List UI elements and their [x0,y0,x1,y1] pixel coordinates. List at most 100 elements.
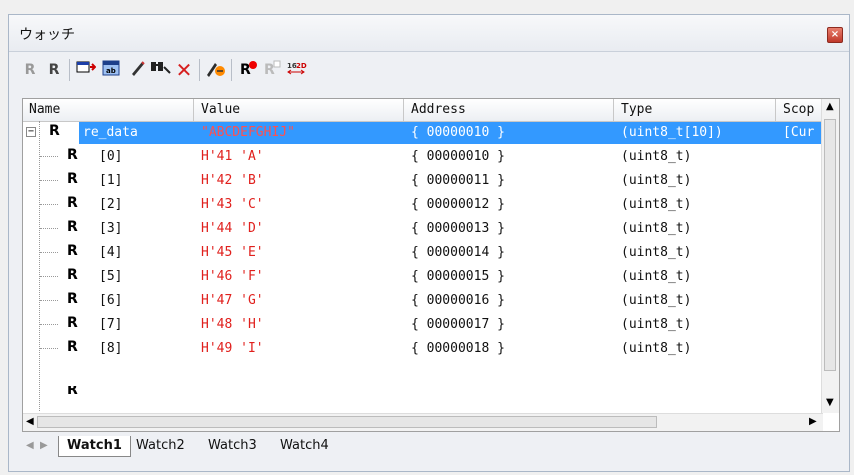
cell-value[interactable]: "ABCDEFGHIJ" [201,125,295,140]
cell-value[interactable]: H'42 'B' [201,173,264,188]
cell-name: [2] [99,197,123,212]
edit-value-icon[interactable]: ab [101,59,123,81]
refresh-all-icon[interactable]: R [43,59,65,81]
column-header-scope[interactable]: Scop [783,102,814,117]
cell-type: (uint8_t) [621,293,692,308]
table-row-partial: R [23,386,823,394]
table-row[interactable]: R [2] H'43 'C' { 00000012 } (uint8_t) [23,194,823,216]
register-icon: R [67,315,78,331]
cell-address: { 00000011 } [411,173,505,188]
grid-header: Name Value Address Type Scop [23,99,839,122]
find-icon[interactable] [149,59,171,81]
cell-type: (uint8_t) [621,245,692,260]
cell-address: { 00000016 } [411,293,505,308]
register-icon: R [67,219,78,235]
vertical-scroll-thumb[interactable] [824,119,836,371]
hex-dec-toggle-icon[interactable]: 16 2D [285,59,307,81]
table-row[interactable]: R [3] H'44 'D' { 00000013 } (uint8_t) [23,218,823,240]
column-header-address[interactable]: Address [411,102,466,117]
cell-name: [4] [99,245,123,260]
register-icon: R [67,147,78,163]
titlebar: ウォッチ × [9,15,849,52]
tree-branch [40,348,58,349]
register-icon: R [67,291,78,307]
cell-type: (uint8_t[10]) [621,125,723,140]
refresh-icon[interactable]: R [19,59,41,81]
svg-text:2D: 2D [296,62,307,70]
watch-grid: Name Value Address Type Scop − R re_data… [22,98,840,432]
table-row[interactable]: − R re_data "ABCDEFGHIJ" { 00000010 } (u… [23,122,823,144]
column-divider [613,99,614,121]
table-row[interactable]: R [7] H'48 'H' { 00000017 } (uint8_t) [23,314,823,336]
scroll-left-icon[interactable]: ◀ [26,416,34,427]
horizontal-scrollbar[interactable]: ◀ ▶ [23,413,823,431]
table-row[interactable]: R [5] H'46 'F' { 00000015 } (uint8_t) [23,266,823,288]
tab-watch2[interactable]: Watch2 [128,436,193,456]
cell-name: [8] [99,341,123,356]
cell-type: (uint8_t) [621,173,692,188]
scroll-up-icon[interactable]: ▲ [826,101,834,112]
table-row[interactable]: R [4] H'45 'E' { 00000014 } (uint8_t) [23,242,823,264]
register-icon: R [67,386,78,394]
tab-watch1[interactable]: Watch1 [58,436,131,457]
table-row[interactable]: R [8] H'49 'I' { 00000018 } (uint8_t) [23,338,823,360]
register-icon: R [67,171,78,187]
close-icon[interactable]: × [827,27,843,43]
tree-branch [40,204,58,205]
column-header-name[interactable]: Name [29,102,60,117]
scroll-down-icon[interactable]: ▼ [826,397,834,408]
cell-address: { 00000013 } [411,221,505,236]
svg-text:ab: ab [106,67,116,75]
cell-name: [5] [99,269,123,284]
cell-value[interactable]: H'46 'F' [201,269,264,284]
register-icon: R [67,339,78,355]
register-icon: R [49,123,60,139]
table-row[interactable]: R [0] H'41 'A' { 00000010 } (uint8_t) [23,146,823,168]
tab-watch4[interactable]: Watch4 [272,436,337,456]
add-watch-icon[interactable] [75,59,97,81]
column-header-value[interactable]: Value [201,102,240,117]
cell-value[interactable]: H'49 'I' [201,341,264,356]
tab-scroll-left-icon[interactable]: ◀ [26,440,34,451]
toolbar-separator [69,59,70,81]
tree-branch [40,228,58,229]
cell-type: (uint8_t) [621,149,692,164]
cell-type: (uint8_t) [621,341,692,356]
table-row[interactable]: R [1] H'42 'B' { 00000011 } (uint8_t) [23,170,823,192]
cell-address: { 00000010 } [411,149,505,164]
auto-update-icon[interactable] [205,59,227,81]
column-header-type[interactable]: Type [621,102,652,117]
tab-scroll-right-icon[interactable]: ▶ [40,440,48,451]
cell-name: [1] [99,173,123,188]
tree-branch [40,156,58,157]
cell-value[interactable]: H'45 'E' [201,245,264,260]
tree-branch [40,324,58,325]
delete-icon[interactable]: ✕ [173,59,195,81]
register-breakpoint-icon[interactable]: R [237,59,259,81]
horizontal-scroll-thumb[interactable] [37,416,657,428]
cell-type: (uint8_t) [621,221,692,236]
svg-text:R: R [264,62,275,77]
register-icon: R [67,267,78,283]
cell-type: (uint8_t) [621,197,692,212]
cell-address: { 00000010 } [411,125,505,140]
cell-name: [6] [99,293,123,308]
clear-breakpoint-icon[interactable]: R [261,59,283,81]
cell-name: re_data [83,125,138,140]
table-row[interactable]: R [6] H'47 'G' { 00000016 } (uint8_t) [23,290,823,312]
cell-value[interactable]: H'44 'D' [201,221,264,236]
cell-value[interactable]: H'47 'G' [201,293,264,308]
cell-value[interactable]: H'43 'C' [201,197,264,212]
cell-address: { 00000012 } [411,197,505,212]
toolbar-separator [199,59,200,81]
edit-icon[interactable] [127,59,149,81]
collapse-icon[interactable]: − [26,127,36,137]
toolbar-separator [231,59,232,81]
scroll-right-icon[interactable]: ▶ [809,416,817,427]
cell-value[interactable]: H'41 'A' [201,149,264,164]
cell-value[interactable]: H'48 'H' [201,317,264,332]
tab-watch3[interactable]: Watch3 [200,436,265,456]
vertical-scrollbar[interactable]: ▲ ▼ [821,99,839,413]
tree-branch [40,300,58,301]
tree-branch [40,252,58,253]
